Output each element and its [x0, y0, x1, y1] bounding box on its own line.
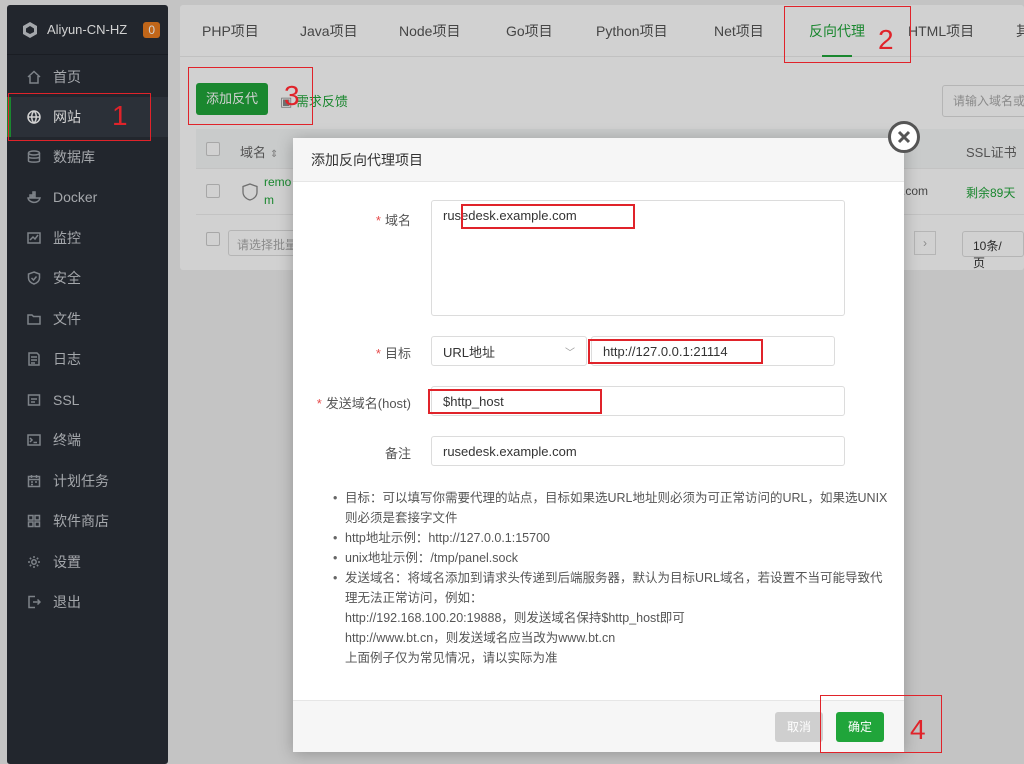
tip-item: 目标：可以填写你需要代理的站点，目标如果选URL地址则必须为可正常访问的URL，…: [331, 488, 891, 528]
target-type-select[interactable]: URL地址 ﹀: [431, 336, 587, 366]
dialog-title: 添加反向代理项目: [293, 138, 904, 182]
annotation-box-domain: [461, 204, 635, 229]
tip-item: unix地址示例：/tmp/panel.sock: [331, 548, 891, 568]
remark-label: 备注: [384, 446, 411, 461]
annotation-number: 3: [284, 80, 300, 111]
host-label: * 发送域名(host): [316, 396, 411, 411]
annotation-box-target: [588, 339, 763, 364]
annotation-number: 1: [112, 100, 128, 131]
domain-label: * 域名: [375, 213, 411, 228]
tip-item: http地址示例：http://127.0.0.1:15700: [331, 528, 891, 548]
annotation-box-website: [8, 93, 151, 141]
close-icon: [897, 130, 911, 144]
help-tips: 目标：可以填写你需要代理的站点，目标如果选URL地址则必须为可正常访问的URL，…: [331, 488, 891, 668]
close-dialog-button[interactable]: [888, 121, 920, 153]
remark-value: rusedesk.example.com: [443, 443, 577, 459]
cancel-button[interactable]: 取消: [775, 712, 823, 742]
dialog-footer: 取消 确定: [293, 700, 904, 752]
annotation-number: 2: [878, 24, 894, 55]
tip-example: http://192.168.100.20:19888，则发送域名保持$http…: [345, 611, 685, 625]
tip-example: http://www.bt.cn，则发送域名应当改为www.bt.cn: [345, 631, 616, 645]
annotation-number: 4: [910, 714, 926, 745]
chevron-down-icon: ﹀: [565, 347, 575, 359]
add-proxy-dialog: 添加反向代理项目 * 域名 rusedesk.example.com * 目标 UR…: [293, 138, 904, 752]
annotation-box-host: [428, 389, 602, 414]
tip-item: 发送域名：将域名添加到请求头传递到后端服务器，默认为目标URL域名，若设置不当可…: [331, 568, 891, 608]
remark-input[interactable]: rusedesk.example.com: [431, 436, 845, 466]
target-type-value: URL地址: [443, 344, 496, 360]
tip-example: 上面例子仅为常见情况，请以实际为准: [345, 651, 558, 665]
target-label: * 目标: [375, 346, 411, 361]
